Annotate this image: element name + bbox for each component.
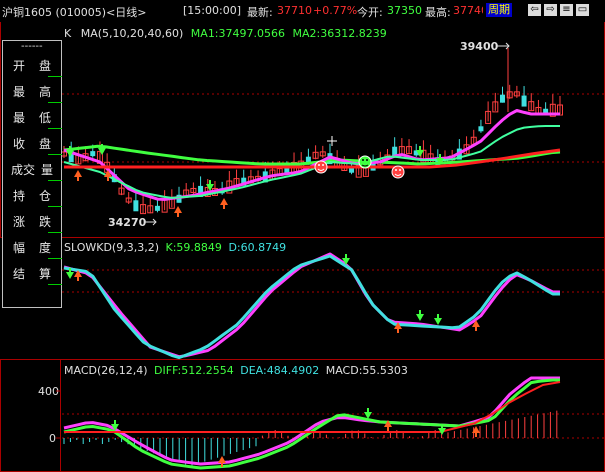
open-label: 今开: <box>357 6 383 19</box>
side-item-label: 最 <box>13 111 26 125</box>
side-menu: ------ 开盘 最高 最低 收盘 成交量 持仓 涨跌 幅度 结算 <box>2 40 62 308</box>
price-panel-label: K <box>64 27 72 40</box>
candle-body <box>154 205 160 211</box>
price-panel-header: K MA(5,10,20,40,60) MA1:37497.0566 MA2:3… <box>64 27 387 40</box>
kd-d-value: D:60.8749 <box>228 241 287 254</box>
open-value: 37350 <box>387 4 422 17</box>
quote-time: [15:00:00] <box>183 4 241 17</box>
kd-panel-header: SLOWKD(9,3,3,2) K:59.8849 D:60.8749 <box>64 241 286 254</box>
kd-d-line <box>63 254 560 360</box>
instrument-title: 沪铜1605 (010005)<日线> <box>2 6 147 19</box>
smiley-icon <box>358 155 372 169</box>
side-item-low[interactable]: 最低 <box>3 105 62 131</box>
side-item-volume[interactable]: 成交量 <box>3 157 62 183</box>
side-item-label: 度 <box>39 241 52 255</box>
side-item-label: 幅 <box>13 241 26 255</box>
macd-dea-line <box>63 378 560 470</box>
side-item-open[interactable]: 开盘 <box>3 53 62 79</box>
side-item-change[interactable]: 涨跌 <box>3 209 62 235</box>
macd-panel-header: MACD(26,12,4) DIFF:512.2554 DEA:484.4902… <box>64 364 408 377</box>
kd-name: SLOWKD(9,3,3,2) <box>64 241 160 254</box>
side-item-label: 涨 <box>13 215 26 229</box>
period-button[interactable]: 周期 <box>486 3 512 17</box>
side-item-label: 开 <box>13 59 26 73</box>
title-bar: 沪铜1605 (010005)<日线> [15:00:00] 最新: 37710… <box>0 0 605 22</box>
side-item-label: 最 <box>13 85 26 99</box>
latest-label: 最新: <box>247 6 273 19</box>
macd-dea-value: DEA:484.4902 <box>240 364 320 377</box>
high-value: 37740 <box>453 4 483 17</box>
side-item-label: 低 <box>39 111 52 125</box>
macd-hist-value: MACD:55.5303 <box>325 364 408 377</box>
side-item-label: 算 <box>39 267 52 281</box>
sell-arrow-icon <box>66 272 74 279</box>
macd-signal-line <box>64 381 561 433</box>
ma-params: MA(5,10,20,40,60) <box>80 27 184 40</box>
low-marker: 34270 <box>108 216 147 229</box>
menu-icon[interactable]: ≡ <box>559 3 574 17</box>
signal-arrows <box>66 144 480 467</box>
side-item-label: 收 <box>13 137 26 151</box>
side-item-change-percent[interactable]: 幅度 <box>3 235 62 261</box>
side-menu-divider: ------ <box>21 41 43 52</box>
candlestick-series <box>61 48 563 215</box>
side-item-label: 高 <box>39 85 52 99</box>
side-item-label: 盘 <box>39 59 52 73</box>
change-percent: +0.77% <box>313 4 358 17</box>
side-item-settlement[interactable]: 结算 <box>3 261 62 287</box>
side-item-label: 成交 <box>11 163 36 177</box>
kd-k-value: K:59.8849 <box>165 241 222 254</box>
ma2-value: MA2:36312.8239 <box>292 27 387 40</box>
candle-body <box>133 200 139 212</box>
side-item-close[interactable]: 收盘 <box>3 131 62 157</box>
macd-name: MACD(26,12,4) <box>64 364 148 377</box>
high-marker: 39400 <box>460 40 499 53</box>
side-item-open-interest[interactable]: 持仓 <box>3 183 62 209</box>
sell-arrow-icon <box>434 318 442 325</box>
macd-lines <box>63 376 561 470</box>
high-label: 最高: <box>425 6 451 19</box>
buy-arrow-icon <box>174 206 182 213</box>
buy-arrow-icon <box>220 198 228 205</box>
macd-tick-400: 400 <box>38 385 59 398</box>
back-icon[interactable]: ⇦ <box>527 3 542 17</box>
smiley-icon <box>391 165 405 179</box>
candle-body <box>90 151 96 157</box>
crosshair-icon <box>327 136 337 146</box>
side-item-label: 跌 <box>39 215 52 229</box>
sell-arrow-icon <box>416 314 424 321</box>
ma1-value: MA1:37497.0566 <box>190 27 286 40</box>
candle-body <box>499 94 505 103</box>
candle-body <box>478 126 484 132</box>
side-item-high[interactable]: 最高 <box>3 79 62 105</box>
side-item-label: 结 <box>13 267 26 281</box>
smiley-icon <box>314 160 328 174</box>
buy-arrow-icon <box>74 170 82 177</box>
side-item-label: 盘 <box>39 137 52 151</box>
forward-icon[interactable]: ⇨ <box>543 3 558 17</box>
latest-value: 37710 <box>277 4 312 17</box>
macd-diff-value: DIFF:512.2554 <box>154 364 234 377</box>
window-icon[interactable]: ▭ <box>575 3 590 17</box>
macd-tick-0: 0 <box>49 432 56 445</box>
candle-body <box>521 95 527 107</box>
buy-arrow-icon <box>218 456 226 463</box>
side-item-label: 持 <box>13 189 26 203</box>
side-item-label: 仓 <box>39 189 52 203</box>
side-item-label: 量 <box>41 163 54 177</box>
